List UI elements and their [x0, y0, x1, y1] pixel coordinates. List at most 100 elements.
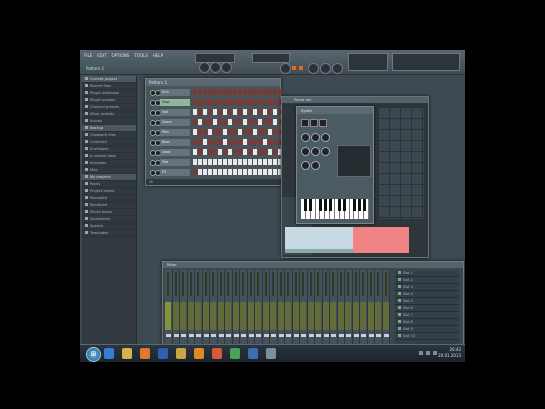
step-sequencer-window[interactable]: Pattern 1 Kick Clap Hat Snare Perc Bass Lead Pa… [145, 78, 283, 186]
fader-handle[interactable] [308, 334, 314, 337]
step-button[interactable] [193, 169, 197, 175]
step-button[interactable] [213, 119, 217, 125]
track-fader-area[interactable] [187, 302, 194, 330]
step-button[interactable] [258, 159, 262, 165]
fader-handle[interactable] [218, 334, 224, 337]
step-button[interactable] [278, 89, 282, 95]
step-button[interactable] [218, 89, 222, 95]
track-fader-area[interactable] [180, 302, 186, 330]
step-button[interactable] [193, 99, 197, 105]
plugin-knob-6[interactable] [321, 147, 330, 156]
fader-handle[interactable] [203, 334, 209, 337]
plugin-knob-8[interactable] [311, 161, 320, 170]
tray-icon[interactable] [433, 351, 437, 355]
fader-handle[interactable] [346, 334, 351, 337]
browser-item[interactable]: Soundfonts [82, 216, 136, 223]
step-button[interactable] [268, 169, 272, 175]
plugin-knob-3[interactable] [321, 133, 330, 142]
sequencer-filter[interactable]: All [146, 179, 283, 185]
step-button[interactable] [198, 139, 202, 145]
step-button[interactable] [213, 109, 217, 115]
track-fader-area[interactable] [285, 302, 291, 330]
channel-row[interactable]: Hat [148, 109, 282, 116]
synth-plugin-window[interactable]: Synth [296, 106, 374, 224]
fader-handle[interactable] [316, 334, 321, 337]
fader-handle[interactable] [271, 334, 276, 337]
step-button[interactable] [238, 149, 242, 155]
step-button[interactable] [213, 159, 217, 165]
step-button[interactable] [273, 129, 277, 135]
step-button[interactable] [228, 109, 232, 115]
track-fader-area[interactable] [262, 302, 269, 330]
step-button[interactable] [193, 119, 197, 125]
step-button[interactable] [273, 159, 277, 165]
step-button[interactable] [198, 99, 202, 105]
browser-item[interactable]: IL shared data [82, 153, 136, 160]
channel-row[interactable]: Clap [148, 99, 282, 106]
black-key[interactable] [318, 199, 322, 211]
explorer-icon[interactable] [122, 348, 132, 359]
piano-roll-title[interactable]: Piano roll [282, 97, 428, 103]
step-button[interactable] [223, 129, 227, 135]
step-button[interactable] [223, 159, 227, 165]
step-button[interactable] [208, 169, 212, 175]
step-button[interactable] [273, 109, 277, 115]
step-button[interactable] [213, 149, 217, 155]
browser-item[interactable]: Plugin database [82, 90, 136, 97]
black-key[interactable] [362, 199, 366, 211]
chrome-icon[interactable] [230, 348, 240, 359]
step-button[interactable] [208, 119, 212, 125]
track-fader-area[interactable] [172, 302, 179, 330]
channel-row[interactable]: Pad [148, 159, 282, 166]
step-button[interactable] [263, 89, 267, 95]
step-button[interactable] [228, 129, 232, 135]
track-fader-area[interactable] [195, 302, 201, 330]
black-key[interactable] [352, 199, 356, 211]
tray-icon[interactable] [419, 351, 423, 355]
step-button[interactable] [223, 119, 227, 125]
step-button[interactable] [273, 99, 277, 105]
step-button[interactable] [193, 109, 197, 115]
fader-handle[interactable] [301, 334, 306, 337]
step-button[interactable] [208, 89, 212, 95]
step-button[interactable] [218, 149, 222, 155]
channel-row[interactable]: Snare [148, 119, 282, 126]
plugin-button-3[interactable] [319, 119, 327, 127]
step-button[interactable] [203, 169, 207, 175]
track-fader-area[interactable] [165, 302, 171, 330]
step-button[interactable] [268, 119, 272, 125]
step-button[interactable] [233, 89, 237, 95]
track-fader-area[interactable] [337, 302, 344, 330]
menu-tools[interactable]: TOOLS [133, 53, 149, 58]
step-button[interactable] [268, 139, 272, 145]
step-button[interactable] [248, 169, 252, 175]
fader-handle[interactable] [376, 334, 381, 337]
step-button[interactable] [213, 169, 217, 175]
slot-led-icon[interactable] [398, 334, 401, 337]
track-fader-area[interactable] [330, 302, 336, 330]
fader-handle[interactable] [256, 334, 261, 337]
step-button[interactable] [213, 139, 217, 145]
step-button[interactable] [253, 149, 257, 155]
browser-item[interactable]: Scores [82, 118, 136, 125]
step-button[interactable] [263, 129, 267, 135]
browser-item[interactable]: Recent files [82, 83, 136, 90]
step-button[interactable] [258, 129, 262, 135]
black-key[interactable] [343, 199, 347, 211]
channel-button[interactable]: Kick [160, 89, 190, 96]
track-fader-area[interactable] [367, 302, 374, 330]
slot-led-icon[interactable] [398, 306, 401, 309]
step-button[interactable] [218, 129, 222, 135]
step-button[interactable] [223, 169, 227, 175]
menu-options[interactable]: OPTIONS [110, 53, 130, 58]
step-button[interactable] [228, 89, 232, 95]
stop-button[interactable] [210, 62, 221, 73]
step-button[interactable] [223, 109, 227, 115]
step-button[interactable] [203, 89, 207, 95]
browser-item[interactable]: Impulses [82, 160, 136, 167]
browser-item[interactable]: Packs [82, 181, 136, 188]
step-button[interactable] [208, 159, 212, 165]
track-fader-area[interactable] [247, 302, 254, 330]
step-button[interactable] [238, 139, 242, 145]
step-button[interactable] [253, 129, 257, 135]
